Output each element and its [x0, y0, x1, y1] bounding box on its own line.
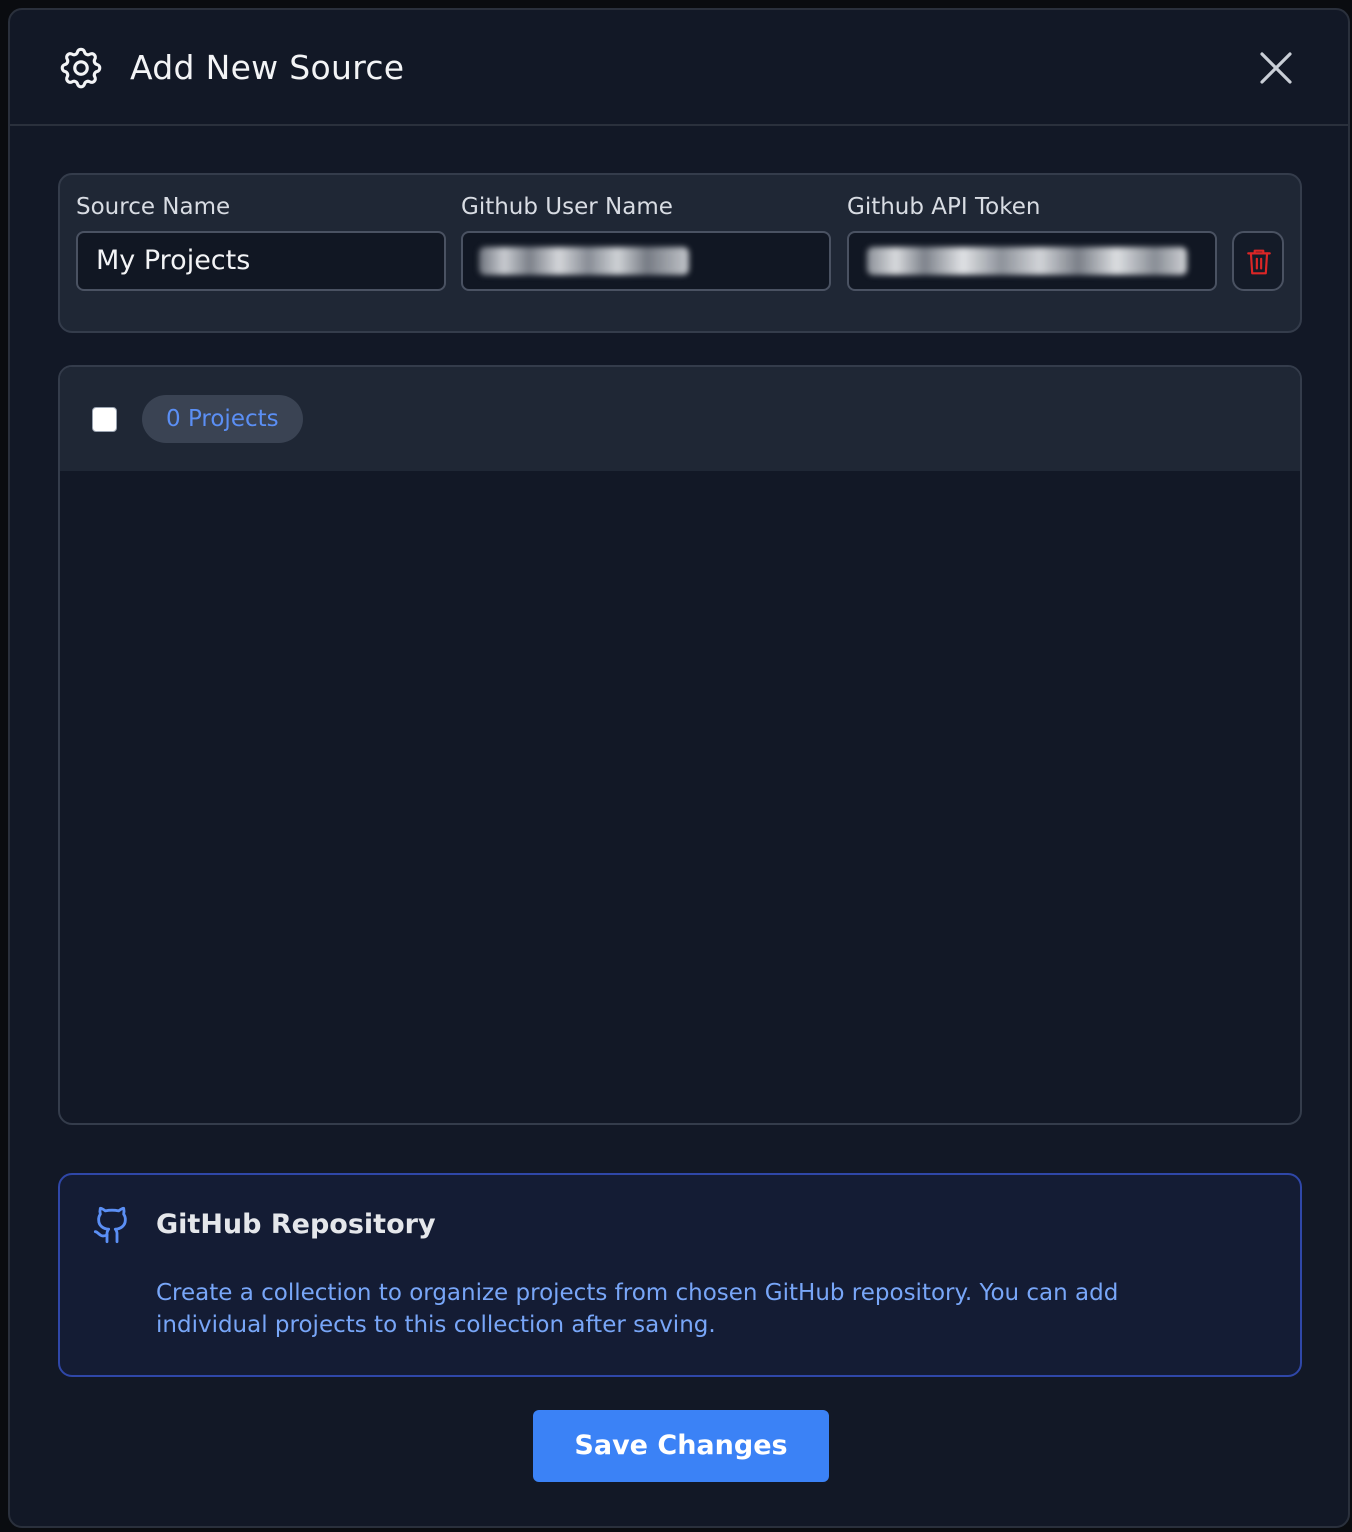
redacted-token: [867, 247, 1187, 275]
dialog-header: Add New Source: [10, 10, 1348, 126]
github-user-label: Github User Name: [461, 194, 673, 220]
dialog-title: Add New Source: [130, 48, 405, 87]
projects-list-body: [60, 471, 1300, 1123]
github-icon: [92, 1205, 132, 1245]
source-name-label: Source Name: [76, 194, 231, 220]
projects-list-header: 0 Projects: [60, 367, 1300, 471]
info-description: Create a collection to organize projects…: [156, 1280, 1119, 1338]
select-all-checkbox[interactable]: [92, 407, 117, 432]
github-user-input[interactable]: [461, 231, 831, 291]
close-icon: [1260, 52, 1292, 84]
projects-list-card: 0 Projects: [58, 365, 1302, 1125]
source-name-input[interactable]: My Projects: [76, 231, 446, 291]
projects-count-badge: 0 Projects: [142, 395, 303, 443]
delete-source-button[interactable]: [1232, 231, 1284, 291]
api-token-label: Github API Token: [847, 194, 1041, 220]
save-changes-button[interactable]: Save Changes: [533, 1410, 829, 1482]
api-token-input[interactable]: [847, 231, 1217, 291]
close-button[interactable]: [1258, 50, 1294, 86]
trash-icon: [1247, 249, 1271, 275]
github-info-card: GitHub Repository Create a collection to…: [58, 1173, 1302, 1377]
source-fields-card: Source Name My Projects Github User Name…: [58, 173, 1302, 333]
add-source-dialog: Add New Source Source Name My Projects G…: [8, 8, 1350, 1528]
info-title: GitHub Repository: [156, 1209, 436, 1240]
redacted-username: [479, 247, 689, 275]
gear-icon: [56, 43, 106, 93]
